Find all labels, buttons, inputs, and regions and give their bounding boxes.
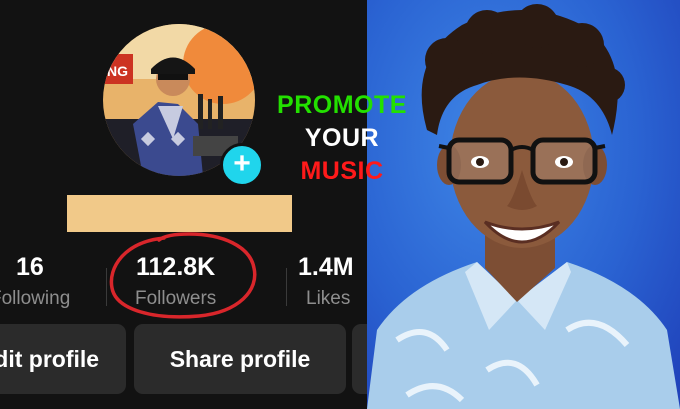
promo-headline: PROMOTE YOUR MUSIC xyxy=(262,89,422,188)
likes-label[interactable]: Likes xyxy=(306,288,350,310)
profile-panel: NG + 16 Following 112.8K Followers 1.4M … xyxy=(0,0,367,409)
following-count[interactable]: 16 xyxy=(16,253,44,282)
add-follow-plus-icon[interactable]: + xyxy=(220,143,264,187)
promo-line-music: MUSIC xyxy=(300,157,384,185)
share-profile-button[interactable]: Share profile xyxy=(134,324,346,394)
followers-circle-annotation xyxy=(109,232,257,319)
share-profile-label: Share profile xyxy=(169,345,311,372)
edit-profile-button[interactable]: Edit profile xyxy=(0,324,126,394)
likes-count[interactable]: 1.4M xyxy=(298,253,354,282)
portrait-photo xyxy=(367,4,680,409)
edit-profile-label: Edit profile xyxy=(0,345,100,372)
stat-divider-2 xyxy=(286,268,287,306)
promo-line-promote: PROMOTE xyxy=(277,91,407,119)
following-label[interactable]: Following xyxy=(0,288,70,310)
promo-line-your: YOUR xyxy=(304,124,380,152)
svg-text:NG: NG xyxy=(107,63,128,79)
portrait-panel xyxy=(367,0,680,409)
username-redaction-bar xyxy=(67,195,292,232)
more-profile-button[interactable] xyxy=(352,324,367,394)
